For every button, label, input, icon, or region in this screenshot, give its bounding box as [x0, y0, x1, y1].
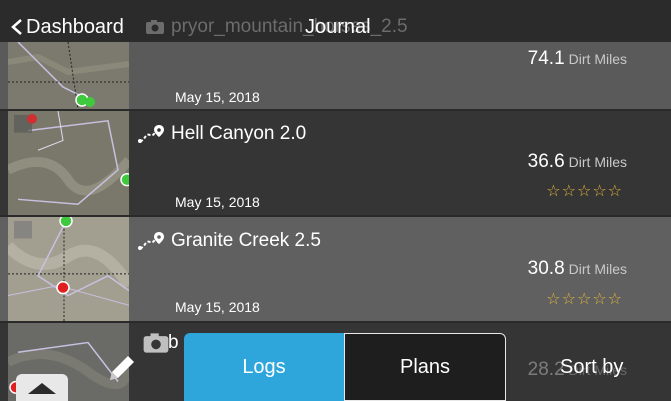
- map-thumbnail: [8, 217, 129, 321]
- entry-date: May 15, 2018: [175, 89, 260, 105]
- entry-date: May 15, 2018: [175, 299, 260, 315]
- distance-value: 30.8: [527, 258, 565, 279]
- entry-title: Granite Creek 2.5: [137, 228, 321, 254]
- back-button[interactable]: Dashboard: [10, 14, 124, 40]
- journal-entry[interactable]: Hell Canyon 2.0 36.6 Dirt Miles ☆☆☆☆☆ Ma…: [0, 109, 671, 215]
- page-title: Journal: [305, 16, 371, 38]
- camera-icon: [142, 332, 169, 354]
- rating-stars[interactable]: ☆☆☆☆☆: [546, 182, 623, 202]
- camera-icon: [145, 19, 165, 35]
- logs-plans-toggle: Logs Plans: [184, 333, 506, 401]
- tab-plans[interactable]: Plans: [344, 333, 506, 401]
- entry-title: b: [142, 330, 179, 356]
- expand-up-icon: [28, 382, 56, 394]
- pencil-icon: [110, 356, 134, 380]
- chevron-left-icon: [10, 19, 24, 35]
- journal-entry[interactable]: Granite Creek 2.5 30.8 Dirt Miles ☆☆☆☆☆ …: [0, 215, 671, 321]
- route-icon: [137, 123, 165, 145]
- entry-distance: 36.6 Dirt Miles: [528, 151, 627, 173]
- distance-value: 36.6: [527, 151, 565, 172]
- distance-value: 74.1: [527, 48, 565, 69]
- distance-unit: Dirt Miles: [568, 51, 627, 67]
- entry-distance: 74.1 Dirt Miles: [528, 48, 627, 70]
- map-thumbnail: [8, 111, 129, 215]
- sort-by-button[interactable]: Sort by: [560, 356, 623, 379]
- tab-logs[interactable]: Logs: [184, 333, 344, 401]
- map-thumbnail: [8, 42, 129, 109]
- entry-name: b: [168, 332, 179, 353]
- scrolled-entry-name: pryor_mountain_horses_2.5: [171, 16, 408, 37]
- back-label: Dashboard: [26, 16, 124, 38]
- edit-button[interactable]: [106, 352, 136, 384]
- top-bar: Dashboard pryor_mountain_horses_2.5 Jour…: [0, 0, 671, 42]
- entry-title: Hell Canyon 2.0: [137, 121, 306, 147]
- distance-unit: Dirt Miles: [568, 154, 627, 170]
- rating-stars[interactable]: ☆☆☆☆☆: [546, 290, 623, 310]
- expand-map-button[interactable]: [16, 374, 68, 401]
- entry-distance: 30.8 Dirt Miles: [528, 258, 627, 280]
- route-icon: [137, 230, 165, 252]
- entry-name: Hell Canyon 2.0: [171, 123, 307, 144]
- entry-name: Granite Creek 2.5: [171, 230, 321, 251]
- distance-unit: Dirt Miles: [568, 261, 627, 277]
- entry-date: May 15, 2018: [175, 194, 260, 210]
- journal-entry[interactable]: May 15, 2018 74.1 Dirt Miles: [0, 42, 671, 109]
